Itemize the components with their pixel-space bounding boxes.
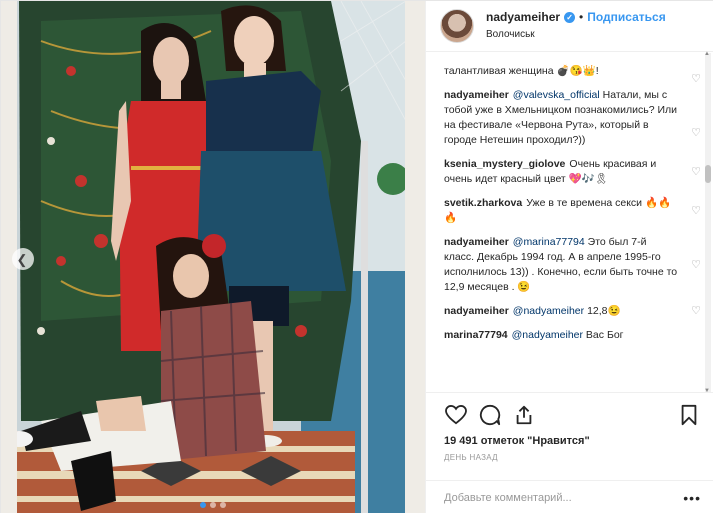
- comment-item: svetik.zharkova Уже в те времена секси 🔥🔥…: [444, 196, 701, 226]
- comment-mention[interactable]: @nadyameiher: [513, 305, 584, 317]
- comment-mention[interactable]: @valevska_official: [513, 89, 600, 101]
- comments-scrollbar[interactable]: ▲ ▼: [704, 51, 711, 394]
- heart-icon[interactable]: ♡: [691, 126, 701, 141]
- avatar[interactable]: [440, 9, 474, 43]
- heart-icon[interactable]: ♡: [691, 304, 701, 319]
- comment-username[interactable]: nadyameiher: [444, 89, 509, 101]
- slide-dot-2: [210, 502, 216, 508]
- comment-item: nadyameiher @nadyameiher 12,8😉 ♡: [444, 304, 701, 319]
- heart-icon[interactable]: ♡: [691, 165, 701, 180]
- like-heart-icon[interactable]: [444, 403, 468, 427]
- share-icon[interactable]: [512, 403, 536, 427]
- post-sidebar: nadyameiher ✓ • Подписаться Волочиськ та…: [425, 1, 713, 513]
- comment-mention[interactable]: @nadyameiher: [512, 329, 583, 341]
- bookmark-icon[interactable]: [677, 403, 701, 427]
- post-window: ❮ nadyameiher ✓ • Подписаться Волочиськ: [0, 0, 713, 513]
- heart-icon[interactable]: ♡: [691, 72, 701, 87]
- comment-item: nadyameiher @valevska_official Натали, мы…: [444, 88, 701, 148]
- comment-username[interactable]: nadyameiher: [444, 305, 509, 317]
- comment-username[interactable]: svetik.zharkova: [444, 197, 522, 209]
- comment-item: marina77794 @nadyameiher Вас Бог: [444, 328, 701, 343]
- heart-icon[interactable]: ♡: [691, 258, 701, 273]
- slide-dot-3: [220, 502, 226, 508]
- header-separator: •: [579, 10, 584, 24]
- comment-text: талантливая женщина 💣😘👑!: [444, 65, 599, 77]
- comment-item: nadyameiher @marina77794 Это был 7-й клас…: [444, 235, 701, 295]
- vintage-photo-illustration: [1, 1, 425, 513]
- slide-indicators: [1, 502, 425, 508]
- post-actions: 19 491 отметок "Нравится" день назад: [426, 392, 713, 462]
- comment-item: ksenia_mystery_giolove Очень красивая и о…: [444, 157, 701, 187]
- post-location[interactable]: Волочиськ: [486, 27, 666, 42]
- comment-username[interactable]: marina77794: [444, 329, 508, 341]
- author-username[interactable]: nadyameiher: [486, 10, 560, 25]
- post-photo[interactable]: ❮: [1, 1, 425, 513]
- scroll-up-icon[interactable]: ▲: [704, 51, 710, 57]
- follow-button[interactable]: Подписаться: [587, 10, 665, 25]
- verified-badge-icon: ✓: [564, 12, 576, 23]
- add-comment-bar: •••: [426, 480, 713, 513]
- comment-username[interactable]: nadyameiher: [444, 236, 509, 248]
- comment-text: Вас Бог: [583, 329, 624, 341]
- slide-dot-1: [200, 502, 206, 508]
- comment-bubble-icon[interactable]: [478, 403, 502, 427]
- comment-input[interactable]: [444, 491, 684, 504]
- comments-list[interactable]: талантливая женщина 💣😘👑! ♡ nadyameiher @v…: [426, 52, 713, 392]
- previous-slide-button[interactable]: ❮: [12, 248, 34, 270]
- post-header: nadyameiher ✓ • Подписаться Волочиськ: [426, 1, 713, 52]
- likes-count[interactable]: 19 491 отметок "Нравится": [444, 435, 701, 447]
- post-time[interactable]: день назад: [444, 453, 701, 462]
- scrollbar-track: [705, 53, 711, 392]
- comment-username[interactable]: ksenia_mystery_giolove: [444, 158, 565, 170]
- comment-item: талантливая женщина 💣😘👑! ♡: [444, 64, 701, 85]
- scrollbar-thumb[interactable]: [705, 165, 711, 183]
- comment-mention[interactable]: @marina77794: [513, 236, 585, 248]
- comment-text: 12,8😉: [584, 305, 621, 317]
- chevron-left-icon: ❮: [16, 251, 28, 267]
- more-options-icon[interactable]: •••: [683, 490, 701, 506]
- heart-icon[interactable]: ♡: [691, 204, 701, 219]
